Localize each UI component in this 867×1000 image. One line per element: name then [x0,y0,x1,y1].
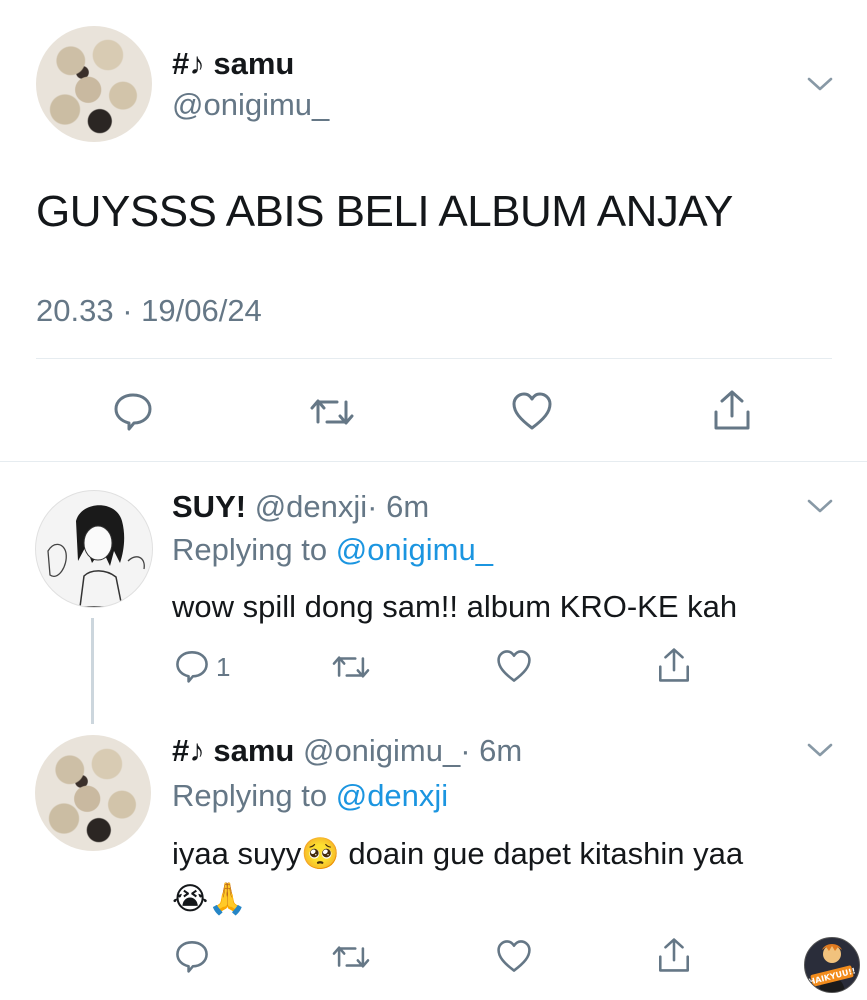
reply-icon[interactable] [174,938,210,974]
haikyuu-fest-badge: HAIKYUU!! [804,937,860,993]
replying-to-line: Replying to @onigimu_ [172,532,493,568]
retweet-icon[interactable] [309,392,355,432]
tweet-text: GUYSSS ABIS BELI ALBUM ANJAY [36,187,733,236]
like-icon[interactable] [510,390,554,432]
reply-icon[interactable] [174,648,210,684]
thread-line [91,618,94,724]
chevron-down-icon[interactable] [806,74,834,94]
replying-prefix: Replying to [172,778,328,813]
replying-to-link[interactable]: @onigimu_ [336,532,493,567]
reply-handle[interactable]: @denxji [255,489,367,524]
chevron-down-icon[interactable] [806,496,834,516]
reply-avatar[interactable] [35,735,151,851]
like-icon[interactable] [495,648,533,684]
reply-text-emoji-line: 😭🙏 [172,881,247,916]
share-icon[interactable] [656,936,692,974]
reply-avatar[interactable] [35,490,153,608]
reply-header: SUY! @denxji· 6m [172,489,429,525]
author-avatar[interactable] [36,26,152,142]
author-handle[interactable]: @onigimu_ [172,87,329,123]
reply-age: · 6m [460,733,523,768]
replying-to-line: Replying to @denxji [172,778,448,814]
reply-text: iyaa suyy🥺 doain gue dapet kitashin yaa [172,836,744,871]
retweet-icon[interactable] [331,650,371,684]
reply-count: 1 [216,652,231,682]
reply-icon[interactable] [112,390,154,432]
retweet-icon[interactable] [331,940,371,974]
reply-handle[interactable]: @onigimu_ [303,733,460,768]
reply-header: #♪ samu @onigimu_· 6m [172,733,522,769]
reply-display-name[interactable]: SUY! [172,489,246,524]
reply-age: · 6m [367,489,430,524]
share-icon[interactable] [711,388,753,432]
reply-text: wow spill dong sam!! album KRO-KE kah [172,589,738,624]
chevron-down-icon[interactable] [806,740,834,760]
tweet-timestamp[interactable]: 20.33 · 19/06/24 [36,293,262,329]
divider [36,358,832,359]
author-display-name[interactable]: #♪ samu [172,46,294,82]
replying-prefix: Replying to [172,532,328,567]
reply-display-name[interactable]: #♪ samu [172,733,294,768]
divider [0,461,867,462]
share-icon[interactable] [656,646,692,684]
like-icon[interactable] [495,938,533,974]
replying-to-link[interactable]: @denxji [336,778,448,813]
